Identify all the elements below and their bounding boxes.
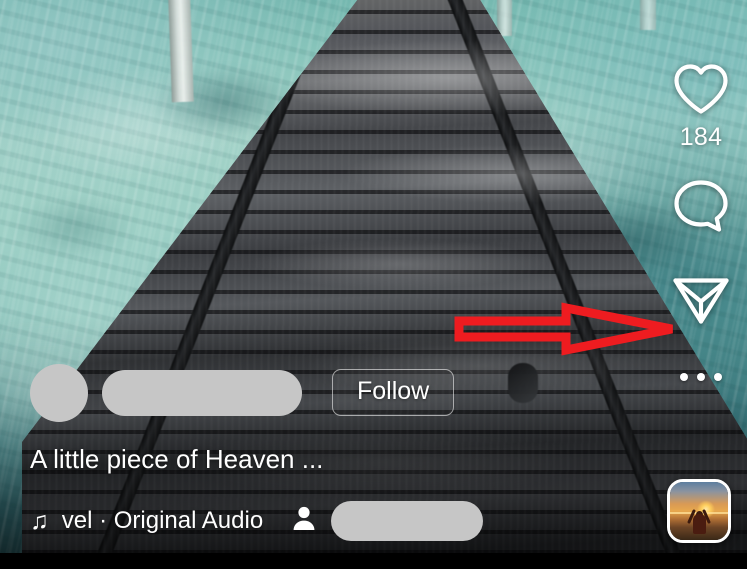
album-art-thumbnail[interactable] <box>667 479 731 543</box>
pier-piling <box>640 0 656 30</box>
like-count: 184 <box>679 123 723 151</box>
share-send-icon <box>670 271 732 327</box>
album-art-figure-body <box>693 514 706 535</box>
person-icon <box>292 505 316 538</box>
pier-piling <box>497 0 512 36</box>
ellipsis-icon <box>680 362 722 392</box>
like-button[interactable]: 184 <box>672 62 730 152</box>
post-caption[interactable]: A little piece of Heaven ... <box>30 444 651 475</box>
audio-row[interactable]: ♫ vel · Original Audio <box>30 501 651 541</box>
video-player-screen: 184 Follow A little piece of Heaven ... … <box>0 0 747 569</box>
audio-title[interactable]: vel · Original Audio <box>62 507 263 535</box>
username-redacted[interactable] <box>102 369 302 416</box>
album-art-image <box>670 482 728 540</box>
avatar[interactable] <box>30 363 88 422</box>
action-rail: 184 <box>655 62 747 392</box>
comment-bubble-icon <box>672 178 730 234</box>
music-note-icon: ♫ <box>30 506 49 535</box>
heart-icon <box>672 62 730 116</box>
share-button[interactable] <box>670 271 732 334</box>
more-options-button[interactable] <box>680 362 722 392</box>
bottom-letterbox-bar <box>0 553 747 569</box>
comment-button[interactable] <box>672 178 730 241</box>
pier-piling <box>168 0 194 103</box>
follow-button[interactable]: Follow <box>332 369 455 417</box>
audio-creator-redacted[interactable] <box>331 501 484 541</box>
post-info-overlay: Follow A little piece of Heaven ... ♫ ve… <box>30 363 651 541</box>
user-row: Follow <box>30 363 651 422</box>
